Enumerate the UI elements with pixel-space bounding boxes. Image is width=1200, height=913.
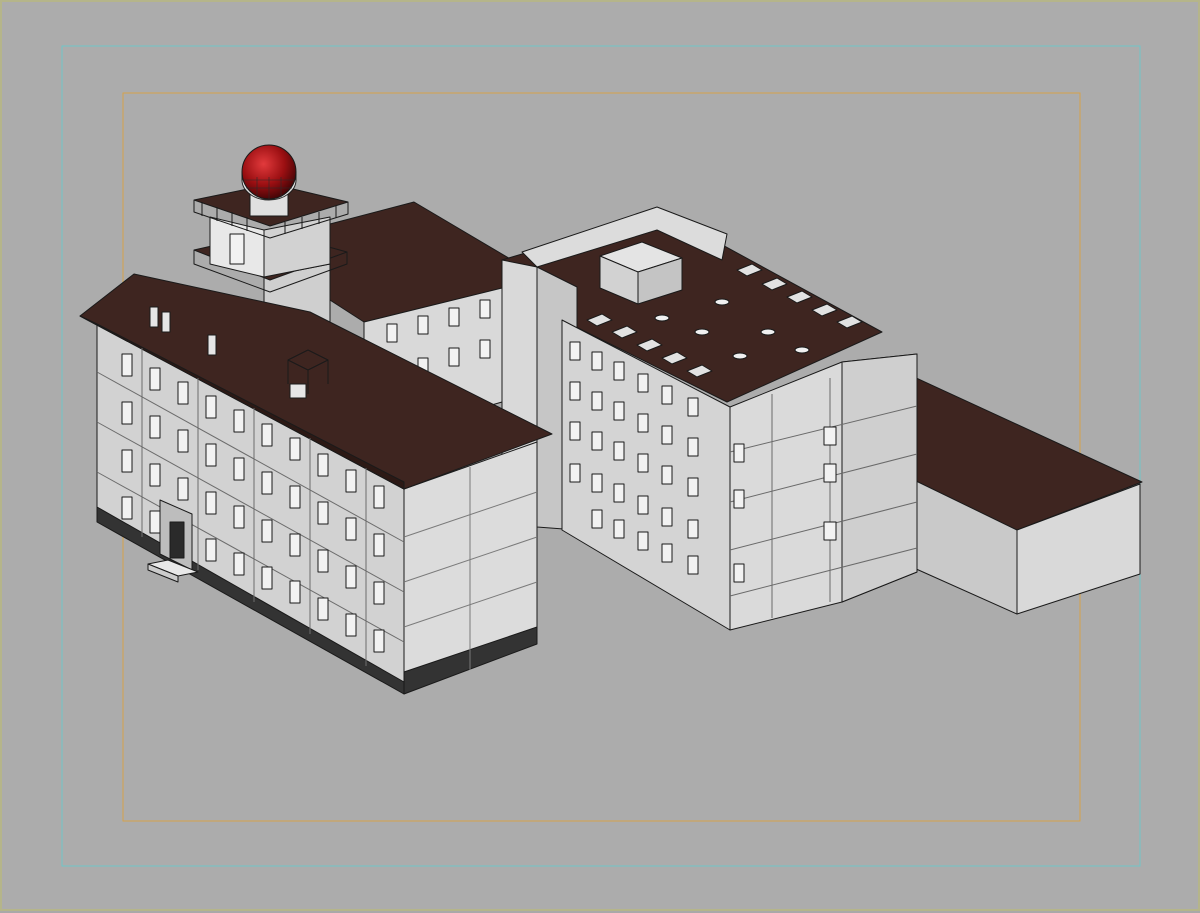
- building-model[interactable]: [79, 144, 1143, 695]
- right-annex[interactable]: [913, 376, 1143, 615]
- viewport-scene[interactable]: [2, 2, 1200, 913]
- viewport[interactable]: [0, 0, 1200, 911]
